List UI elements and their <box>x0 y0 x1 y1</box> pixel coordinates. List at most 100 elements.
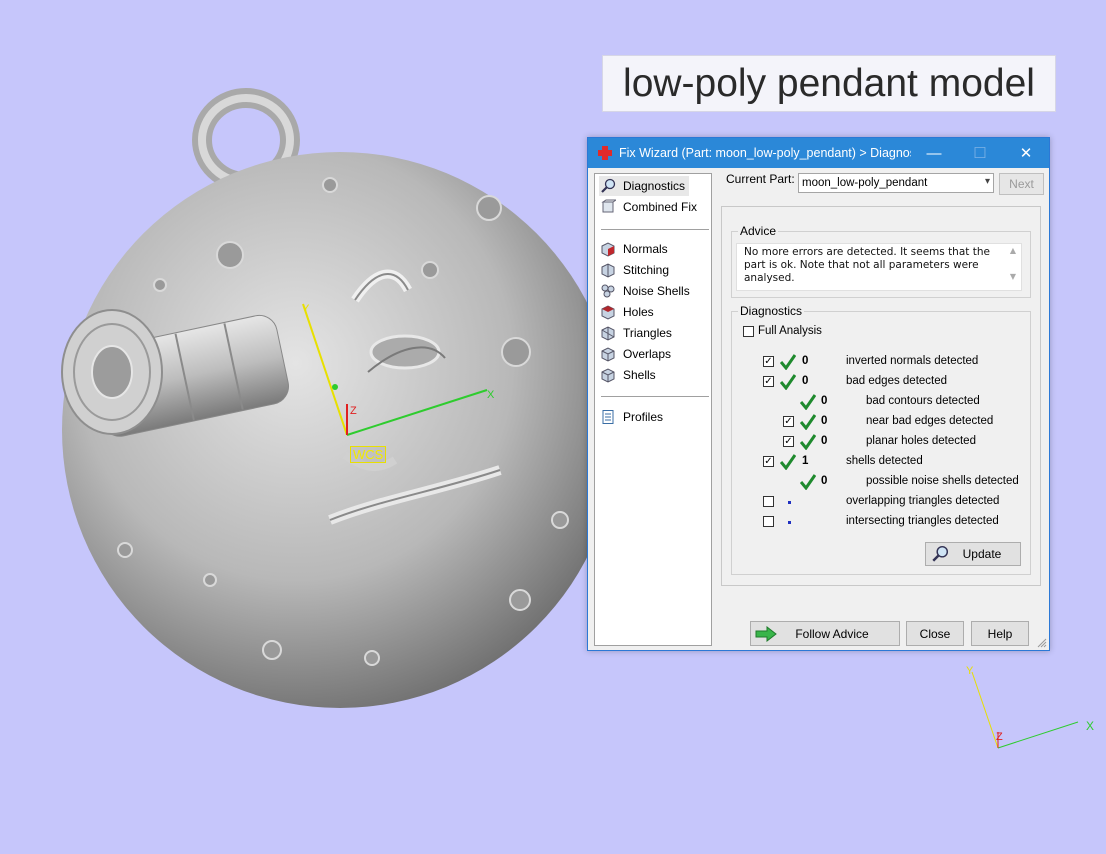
sidebar-divider <box>601 229 709 230</box>
document-icon <box>599 408 617 426</box>
sidebar-item-label: Stitching <box>623 263 670 277</box>
shells-count: 1 <box>802 455 809 467</box>
shells-checkbox[interactable]: ✓ <box>763 456 774 467</box>
sidebar-item-label: Noise Shells <box>623 284 690 298</box>
wcs-z-label: Z <box>350 405 357 417</box>
near-bad-edges-count: 0 <box>821 415 828 427</box>
sidebar-item-diagnostics[interactable]: Diagnostics <box>599 176 690 196</box>
advice-textbox[interactable]: No more errors are detected. It seems th… <box>736 243 1022 291</box>
check-icon <box>800 414 816 430</box>
advice-title: Advice <box>738 224 779 238</box>
sidebar-item-noise-shells[interactable]: Noise Shells <box>599 281 694 301</box>
close-button[interactable]: Close <box>906 621 964 646</box>
sidebar-item-overlaps[interactable]: Overlaps <box>599 344 675 364</box>
full-analysis-label: Full Analysis <box>758 325 822 337</box>
sidebar-divider <box>601 396 709 397</box>
bad-edges-count: 0 <box>802 375 809 387</box>
follow-advice-label: Follow Advice <box>795 626 869 641</box>
sidebar-item-label: Diagnostics <box>623 179 686 193</box>
wcs-label: WCS <box>350 446 387 463</box>
sidebar-item-triangles[interactable]: Triangles <box>599 323 676 343</box>
near-bad-edges-checkbox[interactable]: ✓ <box>783 416 794 427</box>
normals-cube-icon <box>599 240 617 258</box>
intersecting-triangles-checkbox[interactable] <box>763 516 774 527</box>
sidebar-item-label: Overlaps <box>623 347 672 361</box>
next-button[interactable]: Next <box>999 173 1044 195</box>
planar-holes-label: planar holes detected <box>866 435 976 447</box>
check-icon <box>780 354 796 370</box>
wcs-y-label: Y <box>302 303 310 315</box>
sidebar-item-label: Triangles <box>623 326 672 340</box>
sidebar-item-stitching[interactable]: Stitching <box>599 260 673 280</box>
fix-wizard-dialog: Fix Wizard (Part: moon_low-poly_pendant)… <box>587 137 1050 651</box>
current-part-label: Current Part: <box>726 172 795 186</box>
sidebar-item-label: Combined Fix <box>623 200 698 214</box>
sidebar-item-shells[interactable]: Shells <box>599 365 660 385</box>
intersecting-triangles-label: intersecting triangles detected <box>846 515 999 527</box>
overlapping-triangles-checkbox[interactable] <box>763 496 774 507</box>
check-icon <box>800 394 816 410</box>
chevron-down-icon: ▾ <box>984 176 990 187</box>
resize-grip-icon[interactable] <box>1037 638 1047 648</box>
check-icon <box>780 374 796 390</box>
model-title: low-poly pendant model <box>602 55 1056 112</box>
sidebar-item-profiles[interactable]: Profiles <box>599 407 667 427</box>
triad-z-label: Z <box>996 731 1003 743</box>
noise-shells-icon <box>599 282 617 300</box>
magnifier-icon <box>599 177 617 195</box>
sidebar-item-label: Holes <box>623 305 654 319</box>
full-analysis-checkbox[interactable] <box>743 326 754 337</box>
planar-holes-checkbox[interactable]: ✓ <box>783 436 794 447</box>
red-cross-icon <box>598 146 612 160</box>
wcs-x-label: X <box>487 389 495 401</box>
dialog-titlebar[interactable]: Fix Wizard (Part: moon_low-poly_pendant)… <box>588 138 1049 168</box>
magnifier-icon <box>932 545 949 562</box>
triangles-cube-icon <box>599 324 617 342</box>
update-button[interactable]: Update <box>925 542 1021 566</box>
wizard-sidebar: Diagnostics Combined Fix Normals Stitchi… <box>594 173 712 646</box>
noise-shells-label: possible noise shells detected <box>866 475 1019 487</box>
overlaps-cube-icon <box>599 345 617 363</box>
sidebar-item-combined-fix[interactable]: Combined Fix <box>599 197 701 217</box>
maximize-button[interactable]: ☐ <box>957 138 1003 168</box>
bad-edges-checkbox[interactable]: ✓ <box>763 376 774 387</box>
update-button-label: Update <box>962 547 1002 561</box>
diagnostics-title: Diagnostics <box>738 304 805 318</box>
triad-y-label: Y <box>966 665 974 677</box>
check-icon <box>800 474 816 490</box>
current-part-value: moon_low-poly_pendant <box>802 177 928 189</box>
green-arrow-icon <box>755 626 777 642</box>
planar-holes-count: 0 <box>821 435 828 447</box>
bad-edges-label: bad edges detected <box>846 375 948 387</box>
pending-dot-icon <box>788 521 791 524</box>
advice-scrollbar[interactable]: ▲ ▼ <box>1006 244 1020 290</box>
shells-cube-icon <box>599 366 617 384</box>
sidebar-item-label: Normals <box>623 242 668 256</box>
sidebar-item-holes[interactable]: Holes <box>599 302 658 322</box>
overlapping-triangles-label: overlapping triangles detected <box>846 495 1000 507</box>
minimize-button[interactable]: — <box>911 138 957 168</box>
check-icon <box>780 454 796 470</box>
sidebar-item-label: Profiles <box>623 410 664 424</box>
inverted-normals-checkbox[interactable]: ✓ <box>763 356 774 367</box>
combined-fix-icon <box>599 198 617 216</box>
current-part-select[interactable]: moon_low-poly_pendant ▾ <box>798 173 994 193</box>
triad-x-label: X <box>1086 719 1094 733</box>
follow-advice-button[interactable]: Follow Advice <box>750 621 900 646</box>
noise-shells-count: 0 <box>821 475 828 487</box>
inverted-normals-count: 0 <box>802 355 809 367</box>
advice-text: No more errors are detected. It seems th… <box>744 246 990 284</box>
shells-label: shells detected <box>846 455 923 467</box>
bad-contours-label: bad contours detected <box>866 395 980 407</box>
close-window-button[interactable]: ✕ <box>1003 138 1049 168</box>
inverted-normals-label: inverted normals detected <box>846 355 979 367</box>
dialog-title: Fix Wizard (Part: moon_low-poly_pendant)… <box>619 146 911 160</box>
near-bad-edges-label: near bad edges detected <box>866 415 994 427</box>
help-button[interactable]: Help <box>971 621 1029 646</box>
sidebar-item-label: Shells <box>623 368 656 382</box>
stitching-cube-icon <box>599 261 617 279</box>
holes-cube-icon <box>599 303 617 321</box>
sidebar-item-normals[interactable]: Normals <box>599 239 672 259</box>
check-icon <box>800 434 816 450</box>
pending-dot-icon <box>788 501 791 504</box>
